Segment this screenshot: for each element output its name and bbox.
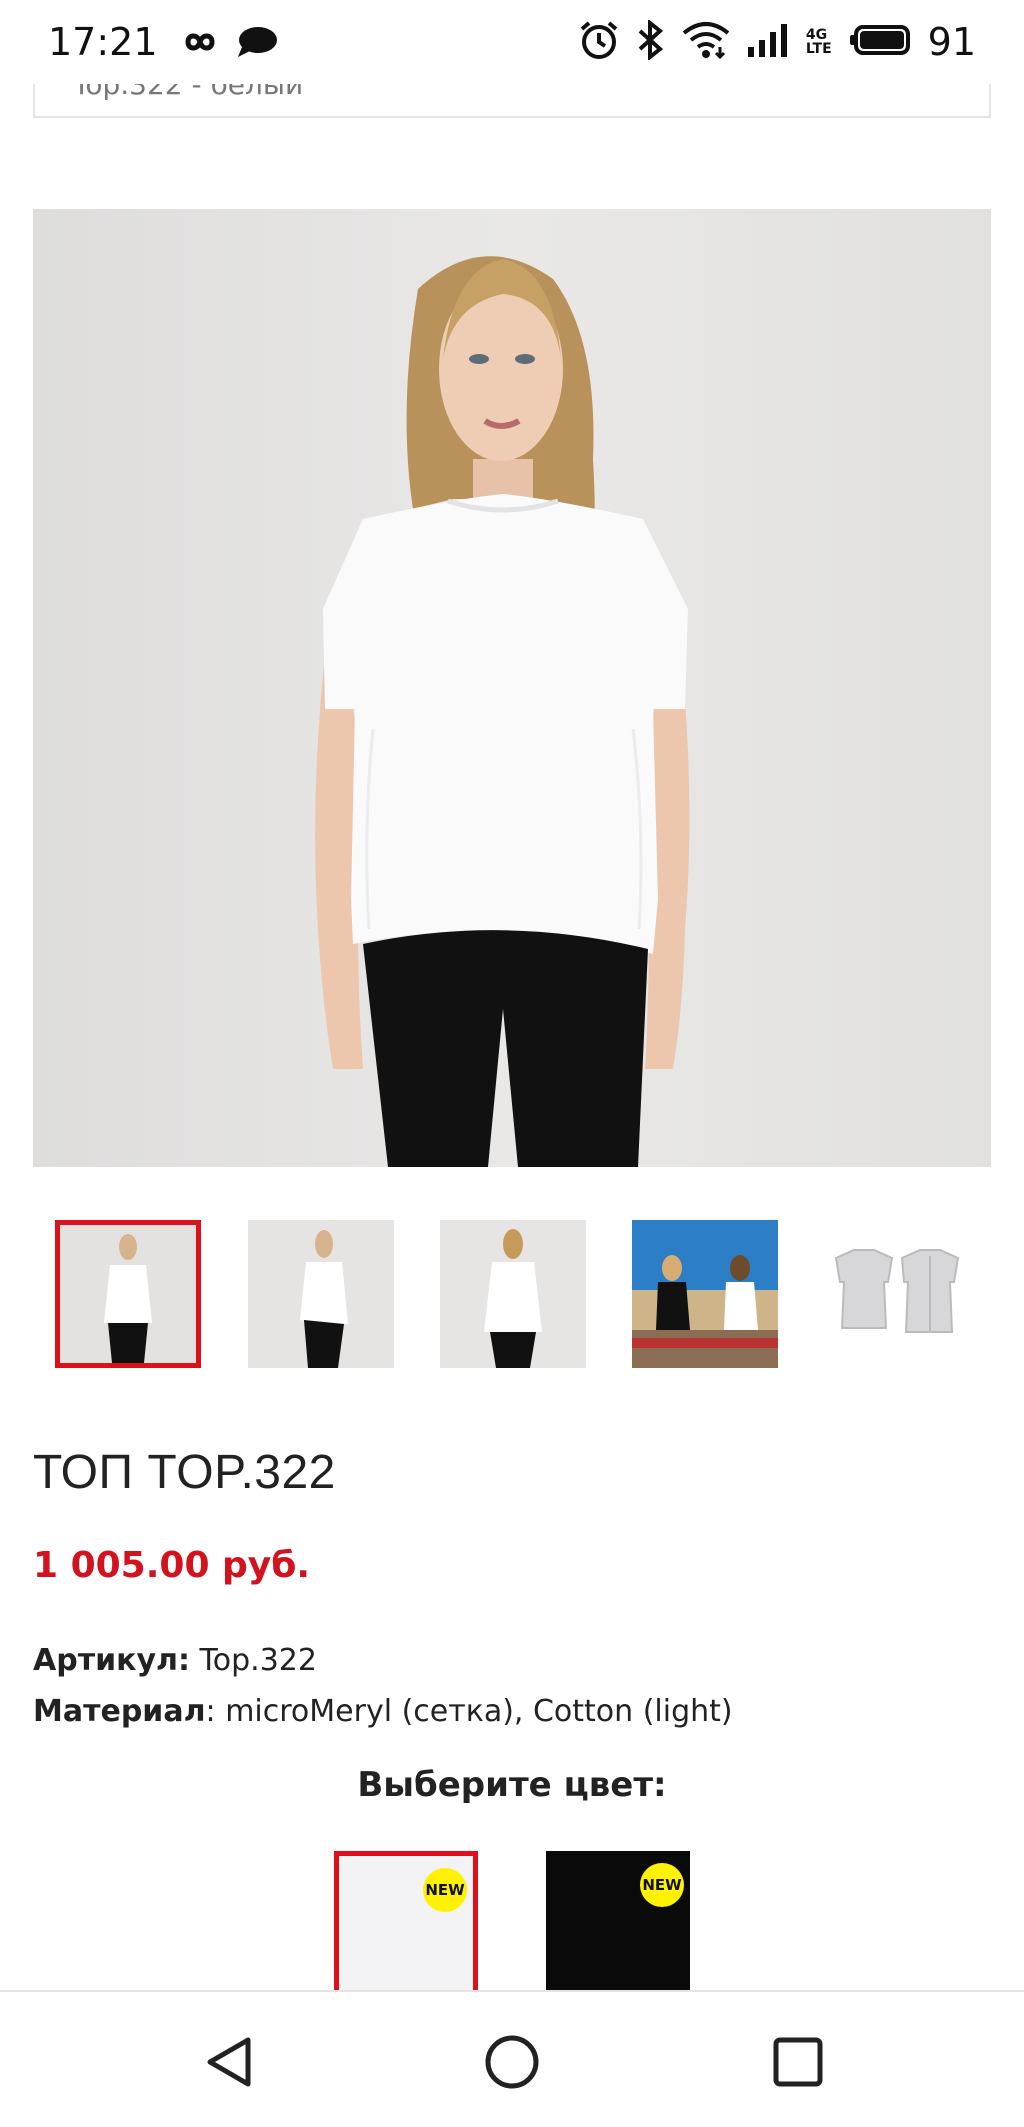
thumbnail-gallery [0,1220,1024,1368]
product-price: 1 005.00 руб. [33,1545,311,1586]
chat-bubble-icon [236,25,278,59]
selected-variant-text: Top.322 - белый [73,84,304,101]
article-label: Артикул: [33,1643,190,1678]
article-value: Top.322 [190,1643,317,1678]
new-badge: NEW [423,1868,467,1912]
color-swatch-black[interactable]: NEW [546,1851,690,1997]
selected-variant-strip[interactable]: Top.322 - белый [33,84,991,118]
wifi-icon [682,21,730,63]
home-circle-icon[interactable] [480,2030,544,2094]
system-navigation-bar [0,1990,1024,2127]
material-value: : microMeryl (сетка), Cotton (light) [205,1694,733,1729]
infinity-icon [176,28,224,56]
status-bar: 17:21 4G LTE 91 [0,0,1024,84]
battery-icon [848,24,912,60]
color-picker-title: Выберите цвет: [357,1765,667,1805]
bluetooth-icon [636,18,666,64]
battery-level: 91 [927,20,976,64]
signal-icon [746,23,790,61]
new-badge: NEW [640,1863,684,1907]
material-label: Материал [33,1694,206,1729]
product-title: ТОП TOP.322 [33,1446,336,1499]
recents-square-icon[interactable] [766,2030,830,2094]
status-time: 17:21 [48,20,158,64]
network-type-label: 4G LTE [805,27,832,57]
thumbnail-lifestyle-photo[interactable] [632,1220,778,1368]
thumbnail-back-view[interactable] [440,1220,586,1368]
back-triangle-icon[interactable] [198,2030,262,2094]
material-row: Материал: microMeryl (сетка), Cotton (li… [33,1694,733,1729]
article-row: Артикул: Top.322 [33,1643,317,1678]
main-product-image[interactable] [33,209,991,1167]
alarm-icon [578,19,620,65]
thumbnail-side-view[interactable] [248,1220,394,1368]
color-swatch-white[interactable]: NEW [334,1851,478,1997]
thumbnail-front-view[interactable] [55,1220,201,1368]
thumbnail-flat-sketch[interactable] [824,1220,970,1368]
